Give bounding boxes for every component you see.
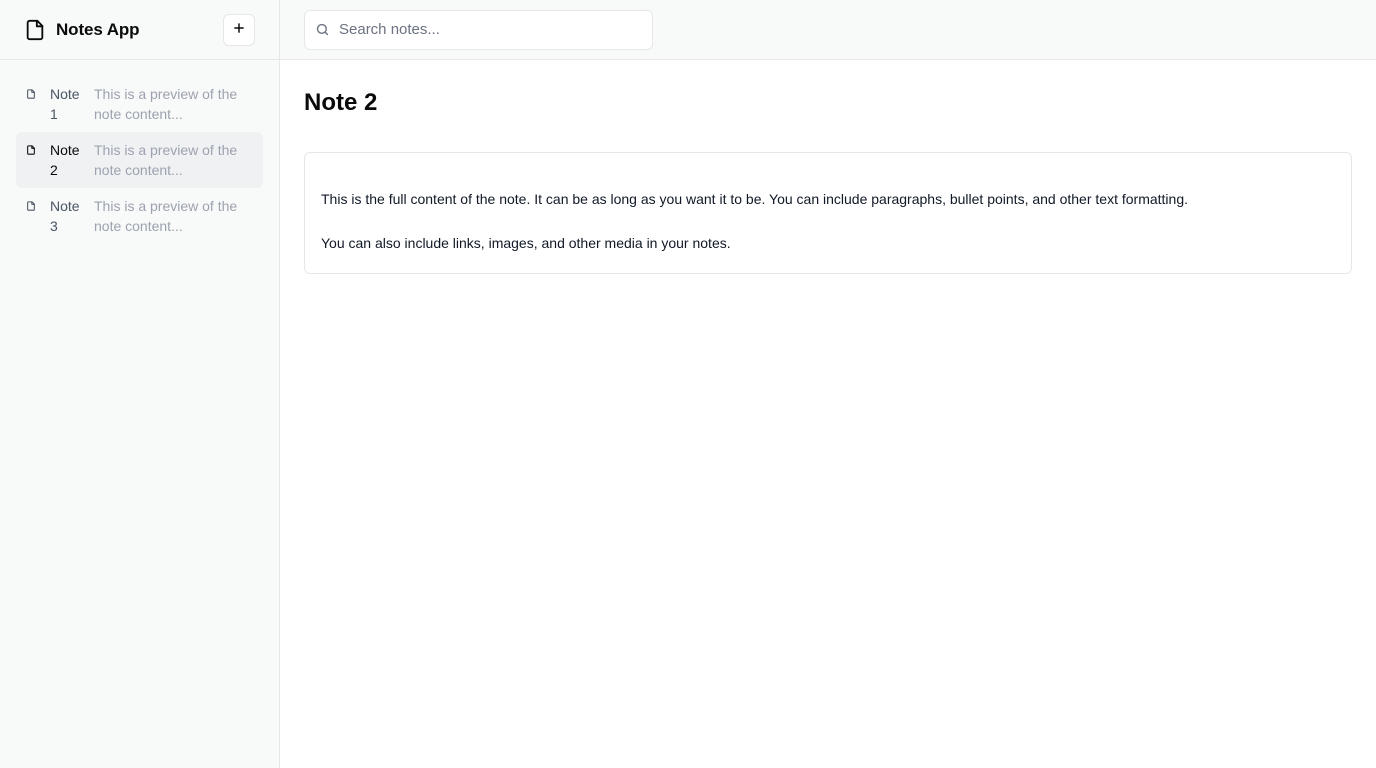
topbar <box>280 0 1376 60</box>
search-box[interactable] <box>304 9 653 50</box>
note-list: Note 1 This is a preview of the note cont… <box>0 60 279 260</box>
note-preview: This is a preview of the note content... <box>94 198 238 234</box>
plus-icon <box>232 21 246 38</box>
note-paragraph: You can also include links, images, and … <box>321 235 731 251</box>
note-list-item-active[interactable]: Note 2 This is a preview of the note cont… <box>16 132 263 188</box>
new-note-button[interactable] <box>223 13 255 46</box>
app-title: Notes App <box>56 19 140 39</box>
page-title: Note 2 <box>304 89 378 116</box>
note-preview: This is a preview of the note content... <box>94 142 238 178</box>
search-icon <box>315 22 331 38</box>
note-title: Note 1 <box>50 86 80 122</box>
note-title: Note 2 <box>50 142 80 178</box>
file-icon <box>26 140 40 160</box>
search-input[interactable] <box>339 21 629 38</box>
file-icon <box>24 19 46 41</box>
main-panel: Note 2 This is the full content of the n… <box>280 0 1376 768</box>
note-paragraph: This is the full content of the note. It… <box>321 191 1188 207</box>
note-view: Note 2 This is the full content of the n… <box>280 60 1376 298</box>
note-list-item[interactable]: Note 3 This is a preview of the note cont… <box>16 188 263 244</box>
note-list-item[interactable]: Note 1 This is a preview of the note cont… <box>16 76 263 132</box>
note-title: Note 3 <box>50 198 80 234</box>
note-content[interactable]: This is the full content of the note. It… <box>304 152 1352 274</box>
app-root: Notes App Note 1 This is a preview of th… <box>0 0 1376 768</box>
sidebar-header: Notes App <box>0 0 279 60</box>
brand: Notes App <box>24 19 140 41</box>
sidebar: Notes App Note 1 This is a preview of th… <box>0 0 280 768</box>
file-icon <box>26 196 40 216</box>
note-preview: This is a preview of the note content... <box>94 86 238 122</box>
file-icon <box>26 84 40 104</box>
